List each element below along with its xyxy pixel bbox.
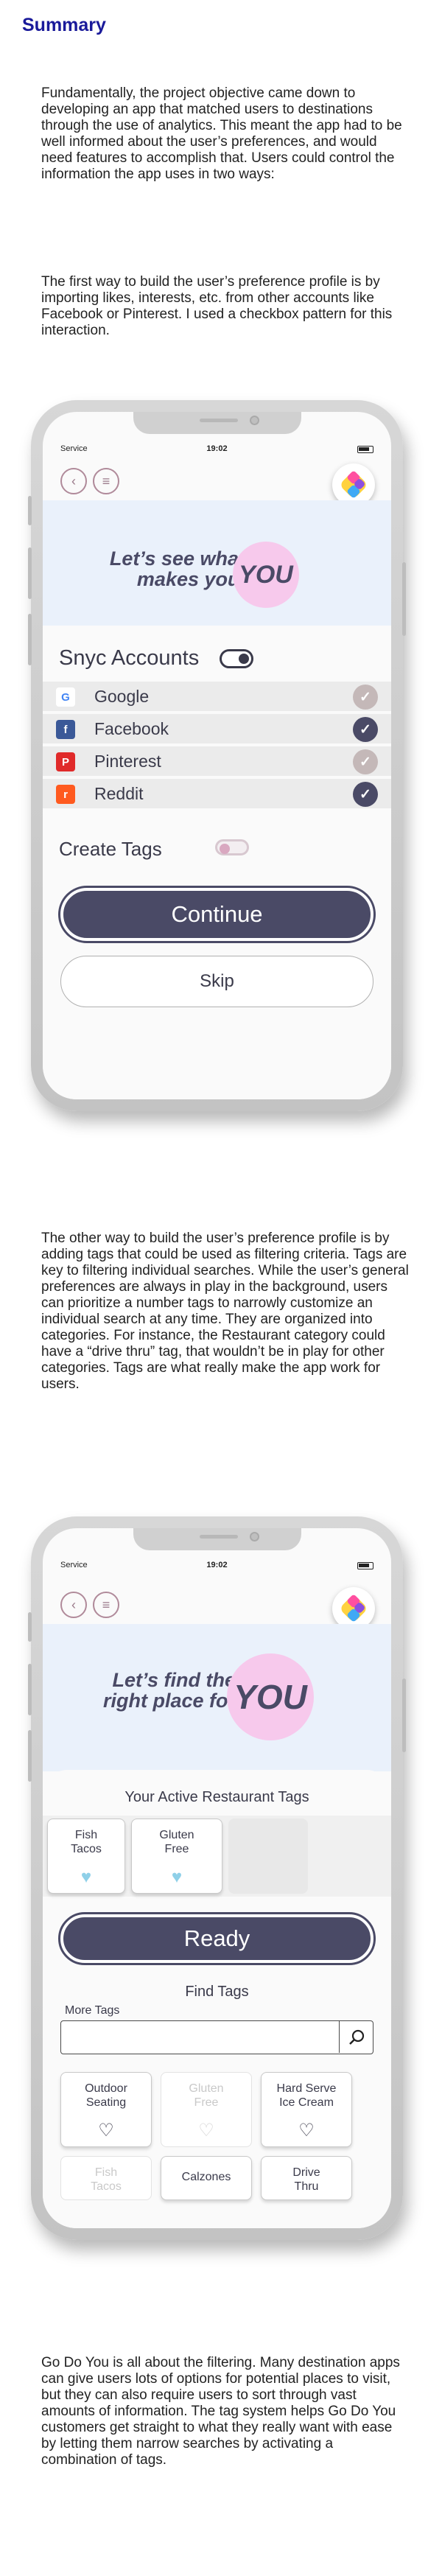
search-button[interactable] xyxy=(339,2021,373,2053)
tag-label: Free xyxy=(164,1843,189,1855)
carrier-label: Service xyxy=(60,444,88,453)
checkbox-reddit[interactable]: ✓ xyxy=(353,782,378,807)
tag-label: Seating xyxy=(85,2096,127,2109)
tag-label: Hard Serve xyxy=(276,2082,337,2095)
hero-line-1: Let’s find the xyxy=(112,1669,236,1691)
phone-screen: Service 19:02 ‹ ≡ Let’s see what makes y… xyxy=(43,412,391,1099)
phone-mockup-sync: Service 19:02 ‹ ≡ Let’s see what makes y… xyxy=(28,400,406,1111)
back-button[interactable]: ‹ xyxy=(60,468,87,494)
account-row-reddit[interactable]: r Reddit ✓ xyxy=(43,779,391,810)
empty-tag-slot xyxy=(228,1819,308,1894)
heart-icon: ♥ xyxy=(80,1867,92,1887)
menu-button[interactable]: ≡ xyxy=(93,468,119,494)
active-tags-title: Your Active Restaurant Tags xyxy=(124,1789,309,1805)
sync-card: Snyc Accounts G Google ✓ f Facebook ✓ P … xyxy=(43,633,391,1099)
tag-label: Free xyxy=(194,2096,219,2109)
tag-tile[interactable]: Outdoor Seating ♡ xyxy=(60,2072,152,2147)
paragraph-conclusion: Go Do You is all about the filtering. Ma… xyxy=(41,2355,400,2468)
heart-outline-icon: ♡ xyxy=(198,2121,214,2141)
create-tags-toggle[interactable] xyxy=(215,839,249,855)
menu-button[interactable]: ≡ xyxy=(93,1592,119,1618)
tag-label: Fish xyxy=(94,2166,118,2179)
find-tags-title: Find Tags xyxy=(185,1984,249,2000)
carrier-label: Service xyxy=(60,1561,88,1569)
hero-line-1: Let’s see what xyxy=(109,547,245,570)
tag-label: Outdoor xyxy=(85,2082,127,2095)
facebook-icon: f xyxy=(56,720,75,739)
phone-mockup-tags: Service 19:02 ‹ ≡ Let’s find the right p… xyxy=(28,1516,406,2240)
heart-outline-icon: ♡ xyxy=(298,2121,315,2141)
menu-icon: ≡ xyxy=(102,1597,110,1612)
more-tags-label: More Tags xyxy=(65,2004,120,2017)
tag-search-field[interactable] xyxy=(60,2020,373,2054)
hero-headline: Let’s find the right place for xyxy=(65,1670,236,1711)
tag-label: Tacos xyxy=(91,2180,122,2193)
account-row-facebook[interactable]: f Facebook ✓ xyxy=(43,714,391,745)
continue-button[interactable]: Continue xyxy=(58,886,376,943)
tag-tile[interactable]: Hard Serve Ice Cream ♡ xyxy=(261,2072,352,2147)
reddit-icon: r xyxy=(56,785,75,804)
tag-label: Fish xyxy=(74,1829,98,1841)
paragraph-intro: Fundamentally, the project objective cam… xyxy=(41,85,402,182)
tag-tile[interactable]: Gluten Free ♡ xyxy=(161,2072,252,2147)
account-row-google[interactable]: G Google ✓ xyxy=(43,682,391,713)
hero-headline: Let’s see what makes you, xyxy=(72,548,245,589)
sync-accounts-title: Snyc Accounts xyxy=(59,646,200,670)
battery-icon xyxy=(357,446,373,453)
app-logo-icon xyxy=(341,1595,366,1622)
account-name: Facebook xyxy=(94,719,169,738)
active-tag-tile[interactable]: Fish Tacos ♥ xyxy=(47,1819,125,1894)
phone-screen: Service 19:02 ‹ ≡ Let’s find the right p… xyxy=(43,1528,391,2228)
account-name: Reddit xyxy=(94,784,144,803)
chevron-left-icon: ‹ xyxy=(71,1597,76,1612)
checkbox-pinterest[interactable]: ✓ xyxy=(353,749,378,774)
account-row-pinterest[interactable]: P Pinterest ✓ xyxy=(43,746,391,777)
hero-line-2: right place for xyxy=(102,1690,236,1712)
tag-tile[interactable]: Fish Tacos xyxy=(60,2156,152,2200)
tag-label: Gluten xyxy=(189,2082,224,2095)
checkbox-facebook[interactable]: ✓ xyxy=(353,717,378,742)
paragraph-tags: The other way to build the user’s prefer… xyxy=(41,1231,409,1392)
pinterest-icon: P xyxy=(56,752,75,771)
skip-button[interactable]: Skip xyxy=(60,956,373,1007)
clock: 19:02 xyxy=(206,444,228,453)
chevron-left-icon: ‹ xyxy=(71,473,76,489)
tag-label: Ice Cream xyxy=(279,2096,334,2109)
status-bar: Service 19:02 xyxy=(60,1561,373,1572)
tag-label: Calzones xyxy=(181,2171,231,2183)
hero-line-2: makes you, xyxy=(136,568,245,590)
create-tags-title: Create Tags xyxy=(59,838,162,860)
app-logo-icon xyxy=(341,471,366,498)
google-icon: G xyxy=(56,687,75,707)
heart-icon: ♥ xyxy=(171,1867,183,1887)
ready-button[interactable]: Ready xyxy=(58,1912,376,1965)
you-bubble: YOU xyxy=(233,542,299,608)
tag-tile[interactable]: Calzones xyxy=(161,2156,252,2200)
active-tag-tile[interactable]: Gluten Free ♥ xyxy=(131,1819,222,1894)
back-button[interactable]: ‹ xyxy=(60,1592,87,1618)
paragraph-sync-accounts: The first way to build the user’s prefer… xyxy=(41,274,393,338)
account-name: Pinterest xyxy=(94,752,161,771)
tag-label: Gluten xyxy=(159,1829,194,1841)
tags-card: Your Active Restaurant Tags Fish Tacos ♥… xyxy=(43,1770,391,2228)
checkbox-google[interactable]: ✓ xyxy=(353,685,378,710)
search-icon xyxy=(348,2029,364,2045)
clock: 19:02 xyxy=(206,1561,228,1569)
tag-tile[interactable]: Drive Thru xyxy=(261,2156,352,2200)
heart-outline-icon: ♡ xyxy=(98,2121,114,2141)
tag-label: Drive xyxy=(292,2166,320,2179)
sync-accounts-toggle[interactable] xyxy=(220,649,253,668)
tag-label: Tacos xyxy=(71,1843,102,1855)
status-bar: Service 19:02 xyxy=(60,444,373,456)
tag-label: Thru xyxy=(294,2180,319,2193)
battery-icon xyxy=(357,1562,373,1569)
you-bubble: YOU xyxy=(227,1653,314,1740)
account-name: Google xyxy=(94,687,150,706)
page-heading: Summary xyxy=(22,15,106,35)
menu-icon: ≡ xyxy=(102,473,110,489)
